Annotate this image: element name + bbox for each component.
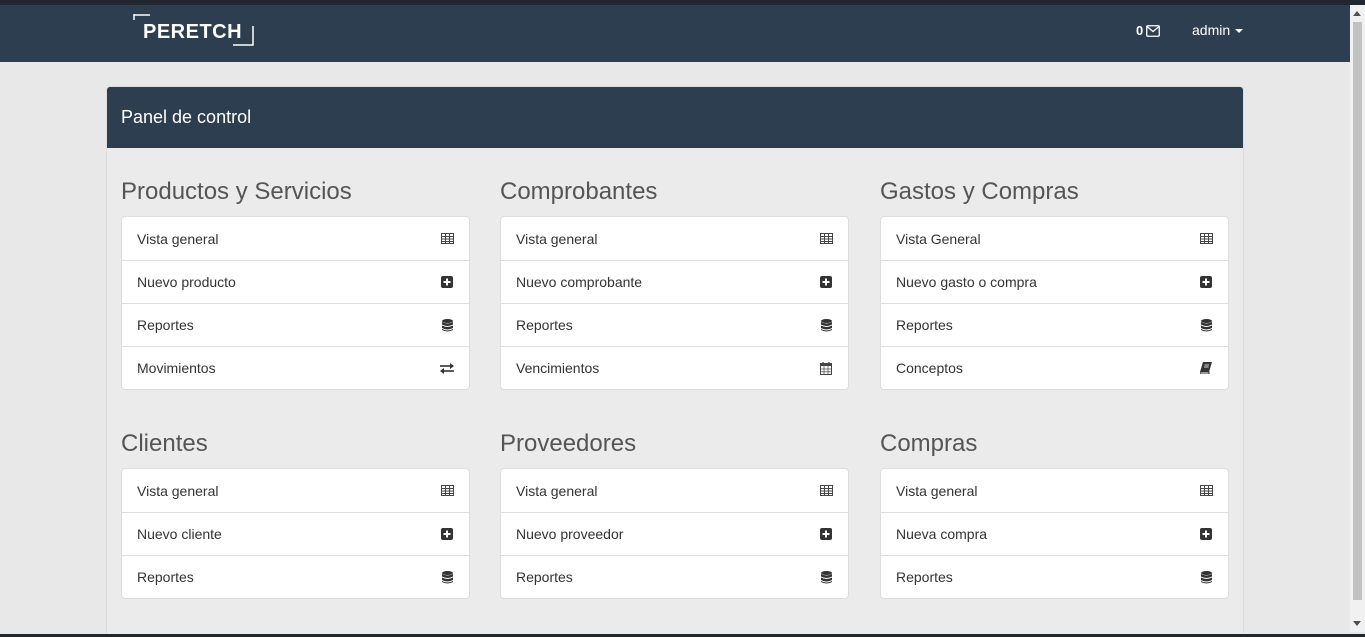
list-item-reportes[interactable]: Reportes — [881, 555, 1228, 598]
exchange-icon — [440, 361, 454, 375]
database-icon — [819, 318, 833, 332]
list-item-label: Conceptos — [896, 360, 963, 376]
list-item-vista-general[interactable]: Vista general — [501, 217, 848, 260]
list-item-vista-general[interactable]: Vista General — [881, 217, 1228, 260]
section-title: Gastos y Compras — [880, 178, 1079, 205]
list-item-label: Movimientos — [137, 360, 216, 376]
list-item-reportes[interactable]: Reportes — [122, 303, 469, 346]
table-icon — [440, 232, 454, 246]
list-item-nueva-compra[interactable]: Nueva compra — [881, 512, 1228, 555]
plus-square-icon — [440, 527, 454, 541]
scroll-down-arrow-icon[interactable] — [1353, 621, 1361, 626]
list-item-label: Vista general — [896, 482, 978, 499]
section-link-list: Vista general Nuevo proveedor Reportes — [500, 468, 849, 599]
list-item-label: Reportes — [137, 569, 194, 585]
table-icon — [1199, 484, 1213, 498]
list-item-nuevo-comprobante[interactable]: Nuevo comprobante — [501, 260, 848, 303]
list-item-label: Reportes — [896, 569, 953, 585]
section-clientes: Clientes Vista general Nuevo cliente Report… — [121, 430, 470, 599]
list-item-label: Vista general — [516, 482, 598, 499]
navbar: PERETCH 0 admin — [0, 5, 1350, 62]
list-item-label: Vista General — [896, 230, 981, 247]
section-link-list: Vista General Nuevo gasto o compra Reporte… — [880, 216, 1229, 390]
list-item-label: Nuevo cliente — [137, 526, 222, 542]
list-item-label: Reportes — [516, 569, 573, 585]
list-item-label: Nuevo gasto o compra — [896, 274, 1037, 290]
database-icon — [440, 570, 454, 584]
list-item-nuevo-cliente[interactable]: Nuevo cliente — [122, 512, 469, 555]
list-item-label: Nueva compra — [896, 526, 988, 542]
caret-down-icon — [1235, 29, 1244, 33]
list-item-vista-general[interactable]: Vista general — [122, 469, 469, 512]
section-title: Clientes — [121, 430, 208, 457]
section-title: Productos y Servicios — [121, 178, 352, 205]
section-gastos-y-compras: Gastos y Compras Vista General Nuevo gasto… — [880, 178, 1229, 390]
calendar-icon — [819, 361, 833, 375]
section-link-list: Vista general Nuevo producto Reportes Movim… — [121, 216, 470, 390]
section-link-list: Vista general Nueva compra Reportes — [880, 468, 1229, 599]
book-icon — [1199, 361, 1213, 375]
list-item-label: Reportes — [896, 317, 953, 333]
table-icon — [819, 232, 833, 246]
database-icon — [440, 318, 454, 332]
panel-title: Panel de control — [107, 87, 1243, 148]
list-item-reportes[interactable]: Reportes — [501, 303, 848, 346]
list-item-label: Nuevo proveedor — [516, 526, 624, 542]
list-item-reportes[interactable]: Reportes — [881, 303, 1228, 346]
list-item-vista-general[interactable]: Vista general — [501, 469, 848, 512]
list-item-reportes[interactable]: Reportes — [501, 555, 848, 598]
list-item-nuevo-gasto-o-compra[interactable]: Nuevo gasto o compra — [881, 260, 1228, 303]
list-item-nuevo-producto[interactable]: Nuevo producto — [122, 260, 469, 303]
plus-square-icon — [819, 527, 833, 541]
list-item-movimientos[interactable]: Movimientos — [122, 346, 469, 389]
list-item-vista-general[interactable]: Vista general — [122, 217, 469, 260]
section-title: Proveedores — [500, 430, 637, 457]
section-productos-y-servicios: Productos y Servicios Vista general Nuevo … — [121, 178, 470, 390]
scroll-up-arrow-icon[interactable] — [1353, 11, 1361, 16]
list-item-label: Vista general — [516, 230, 598, 247]
vertical-scrollbar[interactable] — [1350, 5, 1365, 632]
list-item-label: Reportes — [516, 317, 573, 333]
database-icon — [819, 570, 833, 584]
brand-logo[interactable]: PERETCH — [133, 14, 255, 46]
section-compras: Compras Vista general Nueva compra Reportes — [880, 430, 1229, 599]
section-proveedores: Proveedores Vista general Nuevo proveedor R… — [500, 430, 849, 599]
messages-indicator[interactable]: 0 — [1136, 23, 1161, 38]
list-item-label: Nuevo producto — [137, 274, 236, 290]
message-count: 0 — [1136, 23, 1144, 38]
envelope-icon — [1146, 24, 1161, 38]
user-name: admin — [1192, 22, 1231, 38]
section-link-list: Vista general Nuevo cliente Reportes — [121, 468, 470, 599]
user-menu[interactable]: admin — [1192, 22, 1244, 38]
list-item-label: Nuevo comprobante — [516, 274, 643, 290]
list-item-reportes[interactable]: Reportes — [122, 555, 469, 598]
list-item-label: Vista general — [137, 482, 219, 499]
table-icon — [1199, 232, 1213, 246]
plus-square-icon — [1199, 527, 1213, 541]
list-item-label: Vista general — [137, 230, 219, 247]
section-title: Comprobantes — [500, 178, 658, 205]
list-item-label: Vencimientos — [516, 360, 600, 376]
plus-square-icon — [440, 275, 454, 289]
section-comprobantes: Comprobantes Vista general Nuevo comproban… — [500, 178, 849, 390]
list-item-nuevo-proveedor[interactable]: Nuevo proveedor — [501, 512, 848, 555]
table-icon — [819, 484, 833, 498]
plus-square-icon — [819, 275, 833, 289]
list-item-vencimientos[interactable]: Vencimientos — [501, 346, 848, 389]
database-icon — [1199, 570, 1213, 584]
plus-square-icon — [1199, 275, 1213, 289]
database-icon — [1199, 318, 1213, 332]
table-icon — [440, 484, 454, 498]
list-item-vista-general[interactable]: Vista general — [881, 469, 1228, 512]
scrollbar-thumb[interactable] — [1353, 22, 1362, 600]
brand-name: PERETCH — [143, 21, 243, 43]
section-link-list: Vista general Nuevo comprobante Reportes Ve… — [500, 216, 849, 390]
list-item-label: Reportes — [137, 317, 194, 333]
section-title: Compras — [880, 430, 978, 457]
list-item-conceptos[interactable]: Conceptos — [881, 346, 1228, 389]
